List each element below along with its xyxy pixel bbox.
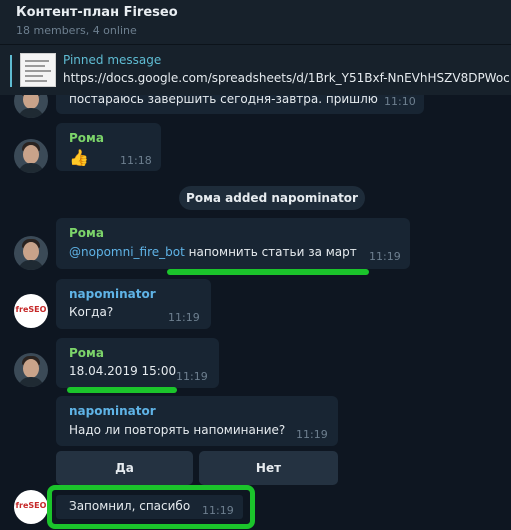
pinned-accent-bar (10, 55, 12, 87)
highlight-underline (167, 269, 369, 275)
message-time: 11:19 (296, 428, 328, 441)
message-text: Запомнил, спасибо (69, 499, 191, 513)
sender-name[interactable]: Рома (69, 346, 104, 360)
chat-members-status: 18 members, 4 online (16, 24, 137, 37)
sender-name[interactable]: napominator (69, 404, 156, 418)
sender-name[interactable]: napominator (69, 287, 156, 301)
message-bubble[interactable]: Рома 18.04.2019 15:00 11:19 (56, 338, 219, 388)
sender-name[interactable]: Рома (69, 131, 104, 145)
bot-avatar[interactable]: freSEO (14, 294, 48, 328)
service-message: Рома added napominator (179, 186, 365, 210)
message-bubble[interactable]: Запомнил, спасибо 11:19 (56, 495, 243, 519)
no-button[interactable]: Нет (199, 451, 338, 485)
message-time: 11:19 (168, 311, 200, 324)
avatar[interactable] (14, 353, 48, 387)
pinned-message-bar[interactable]: Pinned message https://docs.google.com/s… (0, 44, 511, 95)
message-bubble[interactable]: Рома 👍 11:18 (56, 123, 161, 171)
message-bubble[interactable]: napominator Надо ли повторять напоминани… (56, 396, 338, 446)
bot-avatar[interactable]: freSEO (14, 490, 48, 524)
bot-mention-link[interactable]: @nopomni_fire_bot (69, 245, 185, 259)
chat-title: Контент-план Fireseo (16, 5, 178, 20)
thumbs-up-emoji: 👍 (69, 148, 89, 167)
avatar[interactable] (14, 236, 48, 270)
bot-avatar-logo: freSEO (15, 501, 47, 510)
spreadsheet-thumbnail-icon (20, 53, 56, 87)
message-text: 18.04.2019 15:00 (69, 364, 177, 378)
yes-button[interactable]: Да (56, 451, 193, 485)
message-time: 11:19 (369, 250, 401, 263)
pinned-title: Pinned message (63, 53, 162, 67)
message-bubble[interactable]: napominator Когда? 11:19 (56, 279, 211, 329)
bot-avatar-logo: freSEO (15, 305, 47, 314)
message-text: @nopomni_fire_bot напомнить статьи за ма… (69, 245, 357, 259)
avatar[interactable] (14, 139, 48, 173)
sender-name[interactable]: Рома (69, 226, 104, 240)
message-bubble[interactable]: Рома @nopomni_fire_bot напомнить статьи … (56, 218, 410, 269)
message-text: Когда? (69, 305, 114, 319)
message-text: Надо ли повторять напоминание? (69, 423, 286, 437)
chat-header[interactable]: Контент-план Fireseo 18 members, 4 onlin… (0, 0, 511, 44)
message-body: напомнить статьи за март (184, 245, 357, 259)
message-time: 11:18 (120, 154, 152, 167)
highlight-underline (67, 387, 177, 393)
message-time: 11:10 (384, 95, 416, 108)
pinned-link[interactable]: https://docs.google.com/spreadsheets/d/1… (63, 71, 511, 85)
message-time: 11:19 (176, 370, 208, 383)
message-time: 11:19 (202, 504, 234, 517)
